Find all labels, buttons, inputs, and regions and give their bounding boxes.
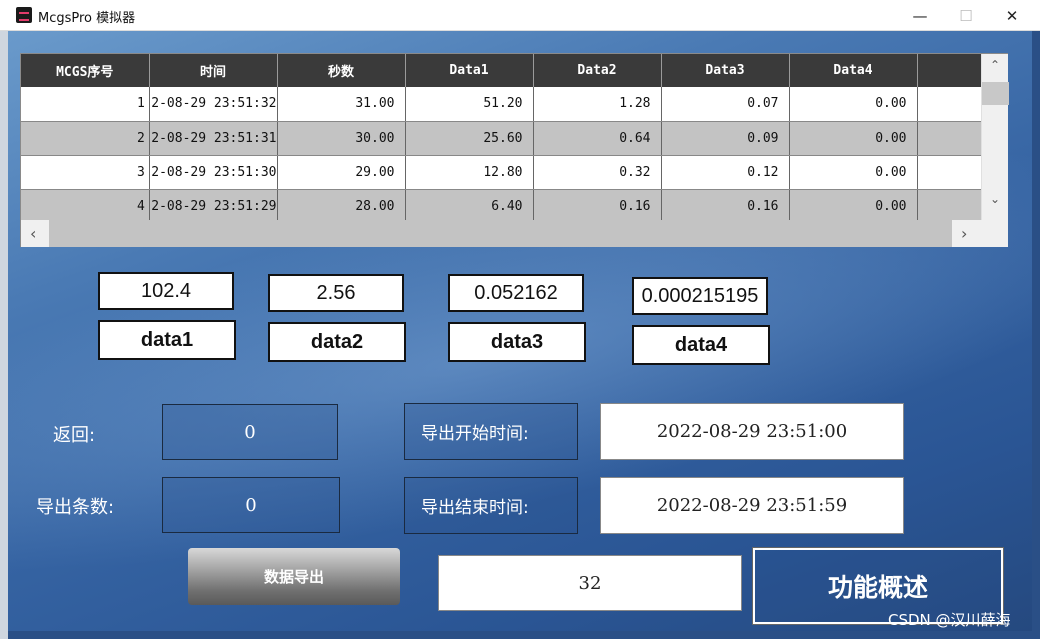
minimize-button[interactable]: — bbox=[897, 0, 943, 31]
cell-seconds: 28.00 bbox=[277, 189, 406, 224]
cell-seq: 2 bbox=[21, 121, 150, 156]
cell-filler bbox=[917, 189, 982, 224]
title-bar: McgsPro 模拟器 — ☐ ✕ bbox=[0, 0, 1040, 31]
cell-data1: 25.60 bbox=[405, 121, 534, 156]
cell-data3: 0.07 bbox=[661, 87, 790, 122]
export-count-field[interactable]: 0 bbox=[162, 477, 340, 533]
data1-value: 102.4 bbox=[98, 272, 234, 310]
return-label: 返回: bbox=[53, 425, 96, 446]
cell-time: 2-08-29 23:51:29 bbox=[149, 189, 278, 224]
table-header-row: MCGS序号 时间 秒数 Data1 Data2 Data3 Data4 bbox=[21, 54, 982, 87]
cell-filler bbox=[917, 155, 982, 190]
data-export-button[interactable]: 数据导出 bbox=[188, 548, 400, 605]
export-end-time-input[interactable]: 2022-08-29 23:51:59 bbox=[600, 477, 904, 534]
simulator-window: McgsPro 模拟器 — ☐ ✕ MCGS序号 时间 秒数 Data1 Dat… bbox=[0, 0, 1040, 639]
cell-seconds: 30.00 bbox=[277, 121, 406, 156]
data4-value: 0.000215195 bbox=[632, 277, 768, 315]
horizontal-scroll-thumb[interactable] bbox=[49, 220, 952, 247]
column-header-time: 时间 bbox=[149, 54, 278, 87]
cell-time: 2-08-29 23:51:30 bbox=[149, 155, 278, 190]
table-row[interactable]: 1 2-08-29 23:51:32 31.00 51.20 1.28 0.07… bbox=[21, 87, 982, 122]
table-row[interactable]: 4 2-08-29 23:51:29 28.00 6.40 0.16 0.16 … bbox=[21, 189, 982, 224]
record-count-display: 32 bbox=[438, 555, 742, 611]
column-header-data3: Data3 bbox=[661, 54, 790, 87]
data-grid: MCGS序号 时间 秒数 Data1 Data2 Data3 Data4 1 2… bbox=[21, 54, 982, 224]
data2-value: 2.56 bbox=[268, 274, 404, 312]
data3-label: data3 bbox=[448, 322, 586, 362]
background-window-edge bbox=[0, 31, 8, 639]
cell-seconds: 31.00 bbox=[277, 87, 406, 122]
window-title: McgsPro 模拟器 bbox=[38, 11, 136, 26]
cell-data2: 0.32 bbox=[533, 155, 662, 190]
data2-label: data2 bbox=[268, 322, 406, 362]
cell-seconds: 29.00 bbox=[277, 155, 406, 190]
cell-data2: 1.28 bbox=[533, 87, 662, 122]
cell-data1: 12.80 bbox=[405, 155, 534, 190]
maximize-button[interactable]: ☐ bbox=[943, 0, 989, 31]
cell-time: 2-08-29 23:51:31 bbox=[149, 121, 278, 156]
app-icon bbox=[16, 7, 32, 23]
cell-time: 2-08-29 23:51:32 bbox=[149, 87, 278, 122]
hmi-screen: MCGS序号 时间 秒数 Data1 Data2 Data3 Data4 1 2… bbox=[8, 31, 1032, 631]
column-header-seconds: 秒数 bbox=[277, 54, 406, 87]
cell-data3: 0.16 bbox=[661, 189, 790, 224]
csdn-watermark: CSDN @汉川薛海 bbox=[888, 611, 1011, 629]
cell-data3: 0.12 bbox=[661, 155, 790, 190]
scroll-up-icon[interactable]: ⌃ bbox=[990, 58, 1000, 72]
data3-value: 0.052162 bbox=[448, 274, 584, 312]
history-table: MCGS序号 时间 秒数 Data1 Data2 Data3 Data4 1 2… bbox=[20, 53, 1009, 247]
return-field[interactable]: 0 bbox=[162, 404, 338, 460]
cell-data2: 0.64 bbox=[533, 121, 662, 156]
cell-filler bbox=[917, 87, 982, 122]
export-start-label: 导出开始时间: bbox=[404, 403, 578, 460]
column-header-filler bbox=[917, 54, 982, 87]
cell-filler bbox=[917, 121, 982, 156]
cell-data4: 0.00 bbox=[789, 155, 918, 190]
export-end-label: 导出结束时间: bbox=[404, 477, 578, 534]
cell-data4: 0.00 bbox=[789, 189, 918, 224]
scroll-left-icon[interactable]: ‹ bbox=[30, 224, 36, 243]
vertical-scrollbar[interactable]: ⌃ ⌄ bbox=[981, 54, 1009, 220]
scroll-down-icon[interactable]: ⌄ bbox=[990, 192, 1000, 206]
cell-data3: 0.09 bbox=[661, 121, 790, 156]
table-row[interactable]: 3 2-08-29 23:51:30 29.00 12.80 0.32 0.12… bbox=[21, 155, 982, 190]
cell-seq: 3 bbox=[21, 155, 150, 190]
column-header-data1: Data1 bbox=[405, 54, 534, 87]
cell-data2: 0.16 bbox=[533, 189, 662, 224]
column-header-data4: Data4 bbox=[789, 54, 918, 87]
column-header-seq: MCGS序号 bbox=[21, 54, 150, 87]
close-button[interactable]: ✕ bbox=[989, 0, 1035, 31]
horizontal-scrollbar[interactable]: ‹ › bbox=[21, 220, 1008, 247]
cell-seq: 4 bbox=[21, 189, 150, 224]
data1-label: data1 bbox=[98, 320, 236, 360]
scroll-right-icon[interactable]: › bbox=[961, 224, 967, 243]
column-header-data2: Data2 bbox=[533, 54, 662, 87]
vertical-scroll-thumb[interactable] bbox=[982, 82, 1009, 105]
export-start-time-input[interactable]: 2022-08-29 23:51:00 bbox=[600, 403, 904, 460]
cell-seq: 1 bbox=[21, 87, 150, 122]
data4-label: data4 bbox=[632, 325, 770, 365]
cell-data1: 51.20 bbox=[405, 87, 534, 122]
export-count-label: 导出条数: bbox=[36, 497, 115, 518]
cell-data4: 0.00 bbox=[789, 87, 918, 122]
cell-data4: 0.00 bbox=[789, 121, 918, 156]
table-row[interactable]: 2 2-08-29 23:51:31 30.00 25.60 0.64 0.09… bbox=[21, 121, 982, 156]
cell-data1: 6.40 bbox=[405, 189, 534, 224]
